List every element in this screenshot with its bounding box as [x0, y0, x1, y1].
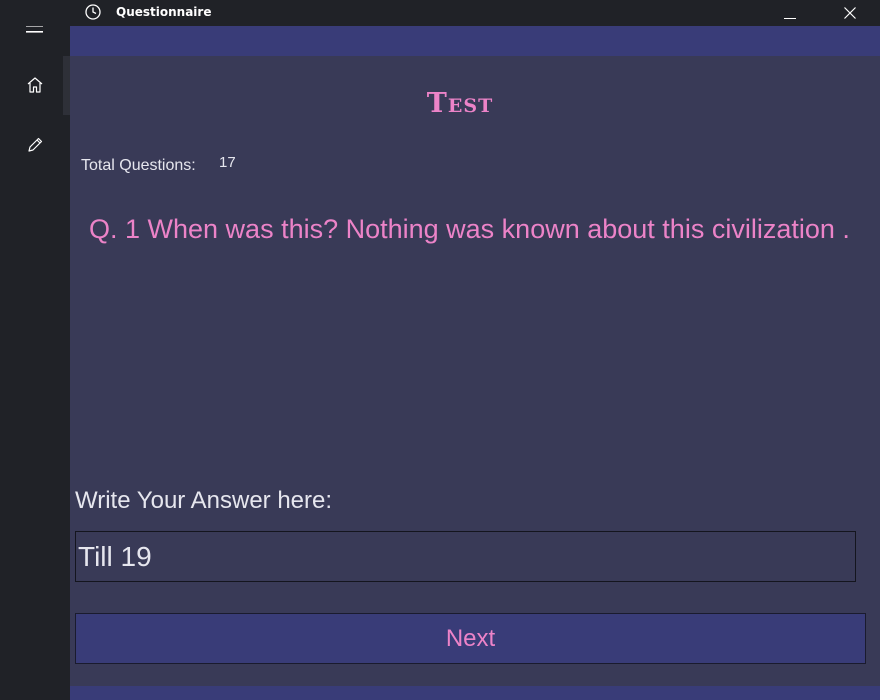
answer-label: Write Your Answer here: — [75, 487, 333, 514]
window-title: Questionnaire — [116, 5, 212, 19]
title-bar: Questionnaire — [0, 0, 880, 26]
sidebar-item-edit[interactable] — [0, 120, 70, 170]
bottom-banner — [70, 686, 880, 700]
next-button[interactable]: Next — [75, 613, 866, 664]
pencil-icon — [28, 137, 43, 152]
question-text: Q. 1 When was this? Nothing was known ab… — [89, 214, 850, 244]
answer-input[interactable] — [75, 531, 856, 582]
total-questions-label: Total Questions: — [81, 157, 196, 174]
page-title: Test — [426, 88, 494, 119]
sidebar — [0, 0, 70, 700]
close-icon — [844, 7, 856, 19]
sidebar-item-home[interactable] — [0, 60, 70, 110]
minimize-icon — [784, 18, 796, 19]
close-button[interactable] — [827, 0, 873, 26]
total-questions-value: 17 — [219, 154, 236, 171]
top-banner — [70, 26, 880, 56]
minimize-button[interactable] — [767, 0, 813, 26]
main-content: Test Total Questions: 17 Q. 1 When was t… — [70, 26, 880, 700]
home-icon — [27, 77, 43, 93]
clock-icon — [85, 4, 101, 20]
